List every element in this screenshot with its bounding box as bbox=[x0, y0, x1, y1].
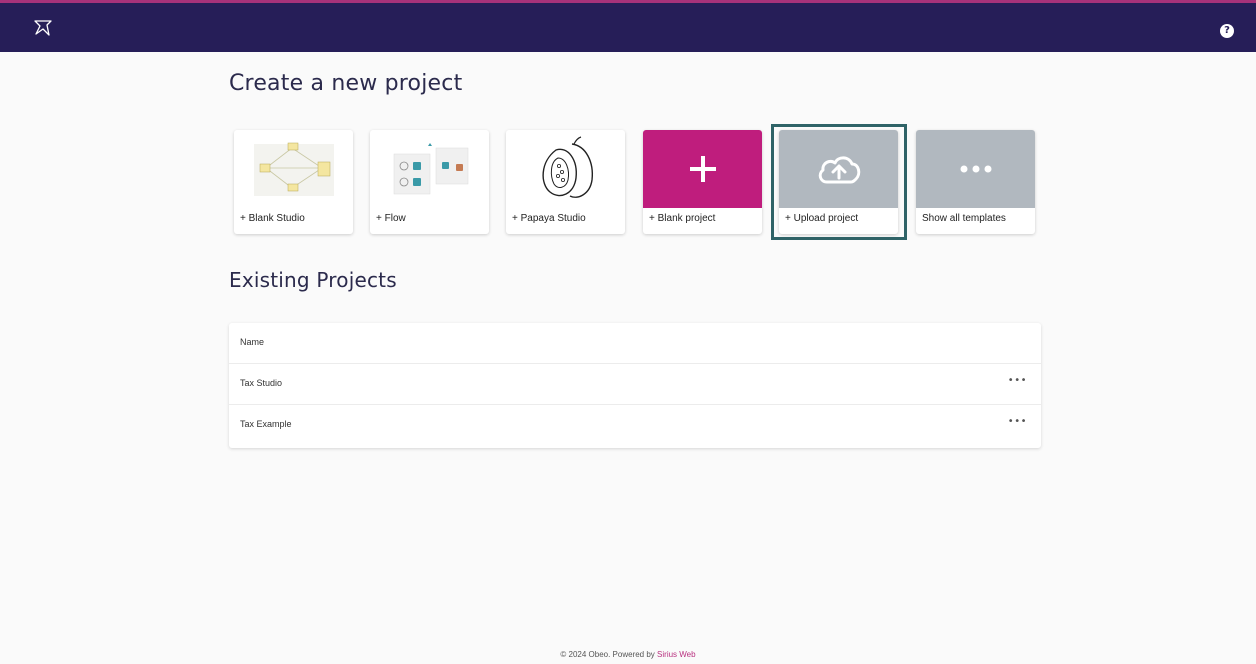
more-actions-icon[interactable]: ••• bbox=[1008, 416, 1027, 427]
papaya-icon bbox=[506, 130, 625, 208]
blank-project-card[interactable]: + Blank project bbox=[643, 130, 762, 234]
table-header-row: Name bbox=[229, 323, 1041, 364]
show-all-templates-card[interactable]: Show all templates bbox=[916, 130, 1035, 234]
papaya-studio-card[interactable]: + Papaya Studio bbox=[506, 130, 625, 234]
more-actions-icon[interactable]: ••• bbox=[1008, 375, 1027, 386]
blank-studio-card[interactable]: + Blank Studio bbox=[234, 130, 353, 234]
projects-table: Name Tax Studio ••• Tax Example ••• bbox=[229, 323, 1041, 448]
footer: © 2024 Obeo. Powered by Sirius Web bbox=[0, 650, 1256, 659]
flow-diagram-thumbnail bbox=[370, 130, 489, 208]
more-horizontal-icon bbox=[916, 130, 1035, 208]
upload-project-highlight bbox=[771, 124, 907, 240]
help-icon[interactable]: ? bbox=[1220, 24, 1234, 38]
card-label: + Blank Studio bbox=[240, 213, 305, 224]
table-row[interactable]: Tax Example ••• bbox=[229, 405, 1041, 446]
card-label: + Flow bbox=[376, 213, 406, 224]
card-label: + Papaya Studio bbox=[512, 213, 586, 224]
card-label: Show all templates bbox=[922, 213, 1006, 224]
studio-diagram-thumbnail bbox=[234, 130, 353, 208]
name-column-header[interactable]: Name bbox=[240, 337, 264, 347]
project-name-link[interactable]: Tax Studio bbox=[240, 378, 282, 388]
sirius-star-icon[interactable] bbox=[32, 17, 54, 39]
sirius-web-link[interactable]: Sirius Web bbox=[657, 650, 696, 659]
card-label: + Blank project bbox=[649, 213, 716, 224]
footer-copyright: © 2024 Obeo. Powered by bbox=[560, 650, 655, 659]
flow-card[interactable]: + Flow bbox=[370, 130, 489, 234]
plus-icon bbox=[643, 130, 762, 208]
table-row[interactable]: Tax Studio ••• bbox=[229, 364, 1041, 405]
existing-projects-title: Existing Projects bbox=[229, 268, 397, 292]
create-project-title: Create a new project bbox=[229, 71, 463, 96]
project-name-link[interactable]: Tax Example bbox=[240, 419, 292, 429]
top-app-bar: ? bbox=[0, 0, 1256, 52]
